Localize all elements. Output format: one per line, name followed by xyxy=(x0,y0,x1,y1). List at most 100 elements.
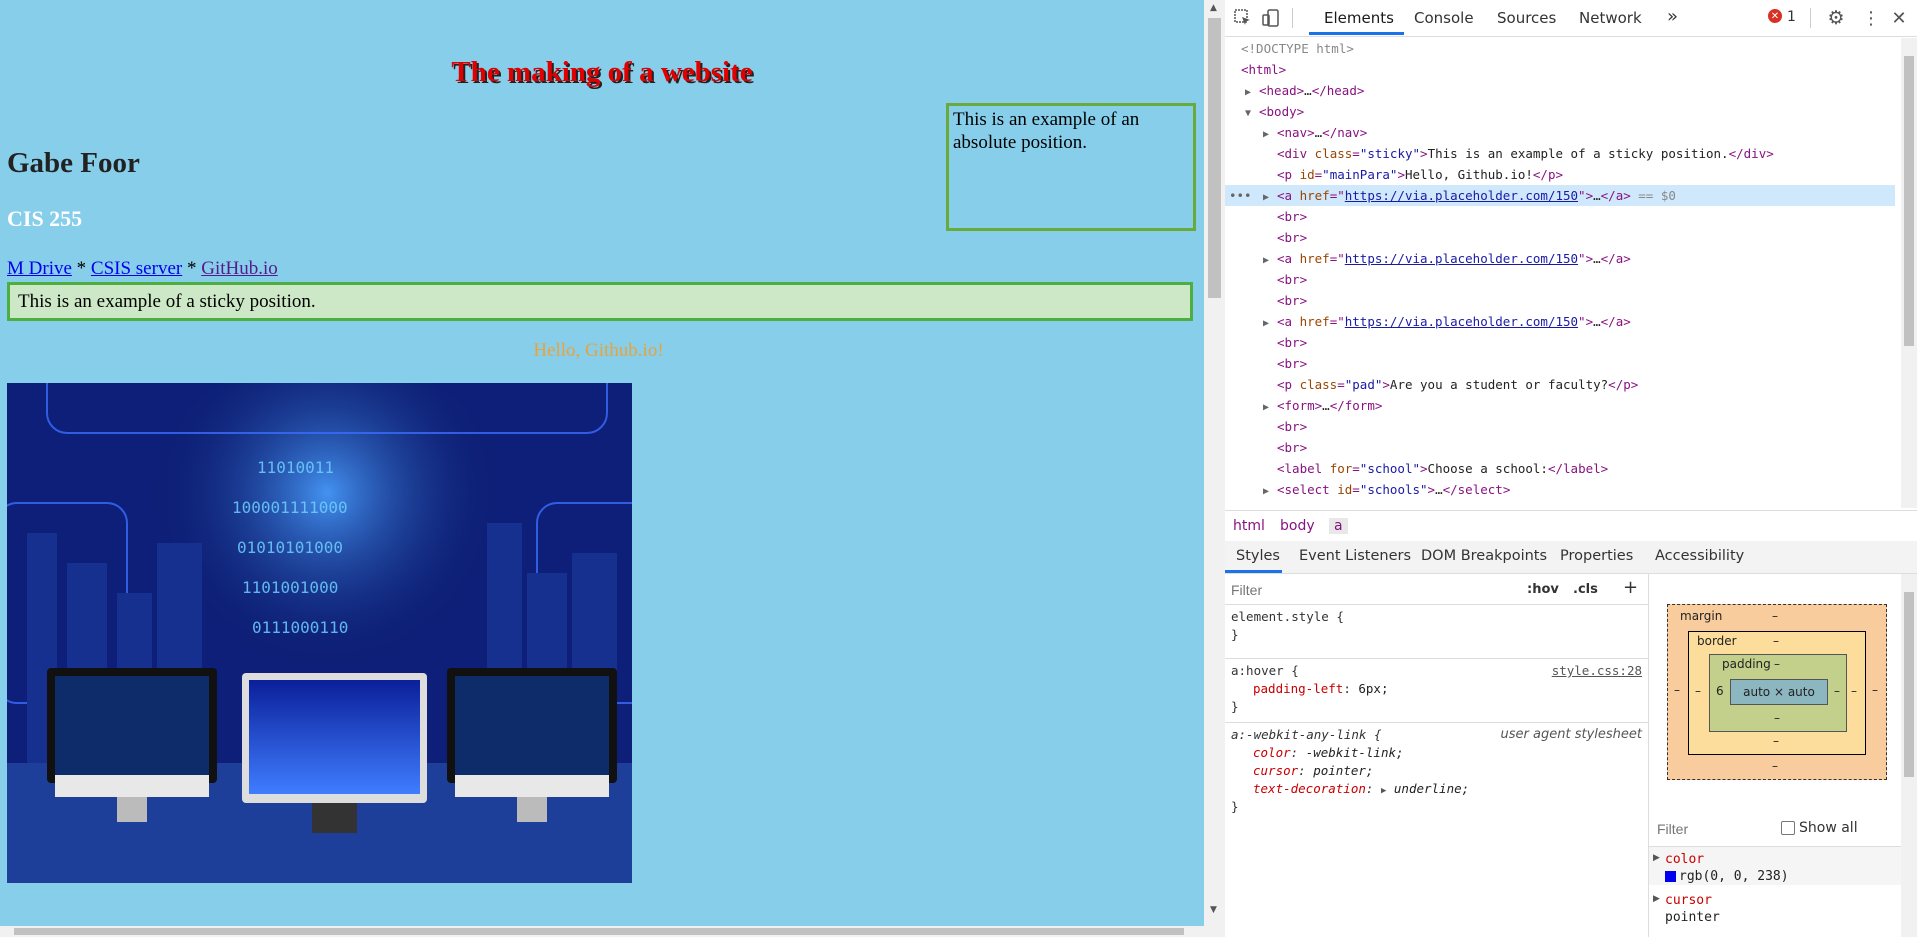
dom-node[interactable]: <p class="pad">Are you a student or facu… xyxy=(1225,374,1917,395)
site-nav: M Drive * CSIS server * GitHub.io xyxy=(7,258,278,280)
dom-node[interactable]: <label for="school">Choose a school:</la… xyxy=(1225,458,1917,479)
settings-gear-icon[interactable]: ⚙ xyxy=(1825,7,1847,29)
scrollbar-thumb[interactable] xyxy=(14,928,1184,935)
subtab-properties[interactable]: Properties xyxy=(1560,548,1633,564)
dom-node[interactable]: <div class="sticky">This is an example o… xyxy=(1225,143,1917,164)
styles-scrollbar[interactable] xyxy=(1901,574,1917,937)
tab-network[interactable]: Network xyxy=(1579,9,1642,27)
breadcrumb-a[interactable]: a xyxy=(1329,518,1348,534)
scrollbar-thumb[interactable] xyxy=(1904,56,1914,346)
subtab-styles[interactable]: Styles xyxy=(1236,548,1280,564)
tab-elements[interactable]: Elements xyxy=(1324,9,1394,27)
dom-scrollbar[interactable] xyxy=(1901,38,1917,508)
dom-node[interactable]: <br> xyxy=(1225,353,1917,374)
toolbar-divider xyxy=(1292,8,1293,28)
class-toggle[interactable]: .cls xyxy=(1573,582,1598,597)
expand-triangle-icon[interactable]: ▶ xyxy=(1381,786,1386,796)
dom-node[interactable]: ▶ <a href="https://via.placeholder.com/15… xyxy=(1225,248,1917,269)
dom-node-selected[interactable]: ••• ▶ <a href="https://via.placeholder.com… xyxy=(1225,185,1895,206)
hover-state-toggle[interactable]: :hov xyxy=(1527,582,1559,597)
expand-triangle-icon[interactable]: ▶ xyxy=(1263,124,1277,145)
expand-triangle-icon[interactable]: ▶ xyxy=(1653,853,1660,863)
breadcrumb-html[interactable]: html xyxy=(1233,518,1265,534)
dom-node[interactable]: ▼ <body> xyxy=(1225,101,1915,122)
collapse-triangle-icon[interactable]: ▼ xyxy=(1245,103,1259,124)
more-options-icon[interactable]: ⋮ xyxy=(1861,7,1881,29)
dom-node[interactable]: ▶ <nav>…</nav> xyxy=(1225,122,1917,143)
dom-node[interactable]: <br> xyxy=(1225,437,1917,458)
dom-node[interactable]: ▶ <head>…</head> xyxy=(1225,80,1915,101)
tab-sources[interactable]: Sources xyxy=(1497,9,1556,27)
computed-filter-input[interactable] xyxy=(1655,818,1799,840)
device-toolbar-icon[interactable] xyxy=(1261,8,1281,28)
svg-text:100001111000: 100001111000 xyxy=(232,498,348,517)
dom-node[interactable]: <br> xyxy=(1225,332,1917,353)
expand-triangle-icon[interactable]: ▶ xyxy=(1263,313,1277,334)
style-rule-user-agent[interactable]: a:-webkit-any-link { user agent styleshe… xyxy=(1225,726,1648,816)
error-count[interactable]: 1 xyxy=(1787,9,1796,25)
tab-console[interactable]: Console xyxy=(1414,9,1474,27)
box-model-margin[interactable]: margin – – – – border – – – – padding – … xyxy=(1667,604,1887,780)
scrollbar-thumb[interactable] xyxy=(1904,592,1914,777)
dom-node[interactable]: ▶ <a href="https://via.placeholder.com/15… xyxy=(1225,311,1917,332)
computed-color-name[interactable]: color xyxy=(1665,852,1704,867)
elements-subtabs: Styles Event Listeners DOM Breakpoints P… xyxy=(1225,541,1917,574)
inspect-element-icon[interactable] xyxy=(1233,8,1253,28)
new-rule-icon[interactable]: + xyxy=(1623,577,1638,598)
page-vertical-scrollbar[interactable]: ▲ ▼ xyxy=(1204,0,1225,937)
dom-node[interactable]: <br> xyxy=(1225,206,1917,227)
dom-node[interactable]: <html> xyxy=(1225,59,1911,80)
computed-cursor-name[interactable]: cursor xyxy=(1665,893,1712,908)
dom-node[interactable]: <p id="mainPara">Hello, Github.io!</p> xyxy=(1225,164,1917,185)
dom-node[interactable]: <!DOCTYPE html> xyxy=(1225,38,1911,59)
expand-triangle-icon[interactable]: ▶ xyxy=(1263,481,1277,502)
dom-node[interactable]: <br> xyxy=(1225,416,1917,437)
styles-pane: :hov .cls + element.style { } a:hover { … xyxy=(1225,574,1649,937)
styles-filter-input[interactable] xyxy=(1229,577,1523,603)
dom-node[interactable]: <br> xyxy=(1225,290,1917,311)
expand-triangle-icon[interactable]: ▶ xyxy=(1263,397,1277,418)
style-source-link[interactable]: style.css:28 xyxy=(1552,662,1642,680)
page-viewport: The making of a website This is an examp… xyxy=(0,0,1204,926)
style-rule-hover[interactable]: a:hover { style.css:28 padding-left: 6px… xyxy=(1225,662,1648,722)
svg-text:11010011: 11010011 xyxy=(257,458,334,477)
expand-triangle-icon[interactable]: ▶ xyxy=(1653,894,1660,904)
color-swatch[interactable] xyxy=(1665,871,1676,882)
hero-image-link[interactable]: 11010011 100001111000 01010101000 11010010… xyxy=(7,383,632,883)
box-model-border[interactable]: border – – – – padding – 6 – – auto × au… xyxy=(1688,631,1866,755)
dom-node[interactable]: ▶ <select id="schools">…</select> xyxy=(1225,479,1917,500)
breadcrumb-body[interactable]: body xyxy=(1280,518,1315,534)
style-rule-element[interactable]: element.style { } xyxy=(1225,608,1648,658)
show-all-checkbox[interactable] xyxy=(1781,821,1795,835)
error-icon[interactable]: ✕ xyxy=(1768,9,1782,23)
dom-node[interactable]: <br> xyxy=(1225,227,1917,248)
nav-separator: * xyxy=(71,258,91,279)
expand-triangle-icon[interactable]: ▶ xyxy=(1263,187,1277,208)
city-monitors-image: 11010011 100001111000 01010101000 11010010… xyxy=(7,383,632,883)
nav-link-m-drive[interactable]: M Drive xyxy=(7,258,72,279)
box-model-content[interactable]: auto × auto xyxy=(1730,679,1828,705)
more-tabs-icon[interactable]: » xyxy=(1667,6,1678,27)
scroll-up-arrow-icon[interactable]: ▲ xyxy=(1210,3,1217,13)
scroll-down-arrow-icon[interactable]: ▼ xyxy=(1210,905,1217,915)
subtab-accessibility[interactable]: Accessibility xyxy=(1655,548,1744,564)
close-devtools-icon[interactable]: ✕ xyxy=(1889,7,1909,29)
expand-triangle-icon[interactable]: ▶ xyxy=(1245,82,1259,103)
course-heading: CIS 255 xyxy=(7,206,83,231)
scrollbar-thumb[interactable] xyxy=(1208,18,1221,298)
subtab-dom-breakpoints[interactable]: DOM Breakpoints xyxy=(1421,548,1547,564)
expand-triangle-icon[interactable]: ▶ xyxy=(1263,250,1277,271)
nav-link-github-io[interactable]: GitHub.io xyxy=(201,258,278,279)
subtab-event-listeners[interactable]: Event Listeners xyxy=(1299,548,1411,564)
divider xyxy=(1225,722,1648,723)
dom-node[interactable]: <br> xyxy=(1225,269,1917,290)
absolute-position-box: This is an example of an absolute positi… xyxy=(946,103,1196,231)
computed-cursor-value: pointer xyxy=(1665,910,1720,925)
dom-node[interactable]: ▶ <form>…</form> xyxy=(1225,395,1917,416)
box-model-padding[interactable]: padding – 6 – – auto × auto xyxy=(1709,654,1847,732)
user-agent-label: user agent stylesheet xyxy=(1500,727,1642,742)
computed-pane: Show all ▶ color rgb(0, 0, 238) ▶ cursor… xyxy=(1649,810,1917,937)
nav-link-csis-server[interactable]: CSIS server xyxy=(91,258,182,279)
more-actions-icon[interactable]: ••• xyxy=(1225,185,1263,206)
page-horizontal-scrollbar[interactable] xyxy=(0,926,1204,937)
